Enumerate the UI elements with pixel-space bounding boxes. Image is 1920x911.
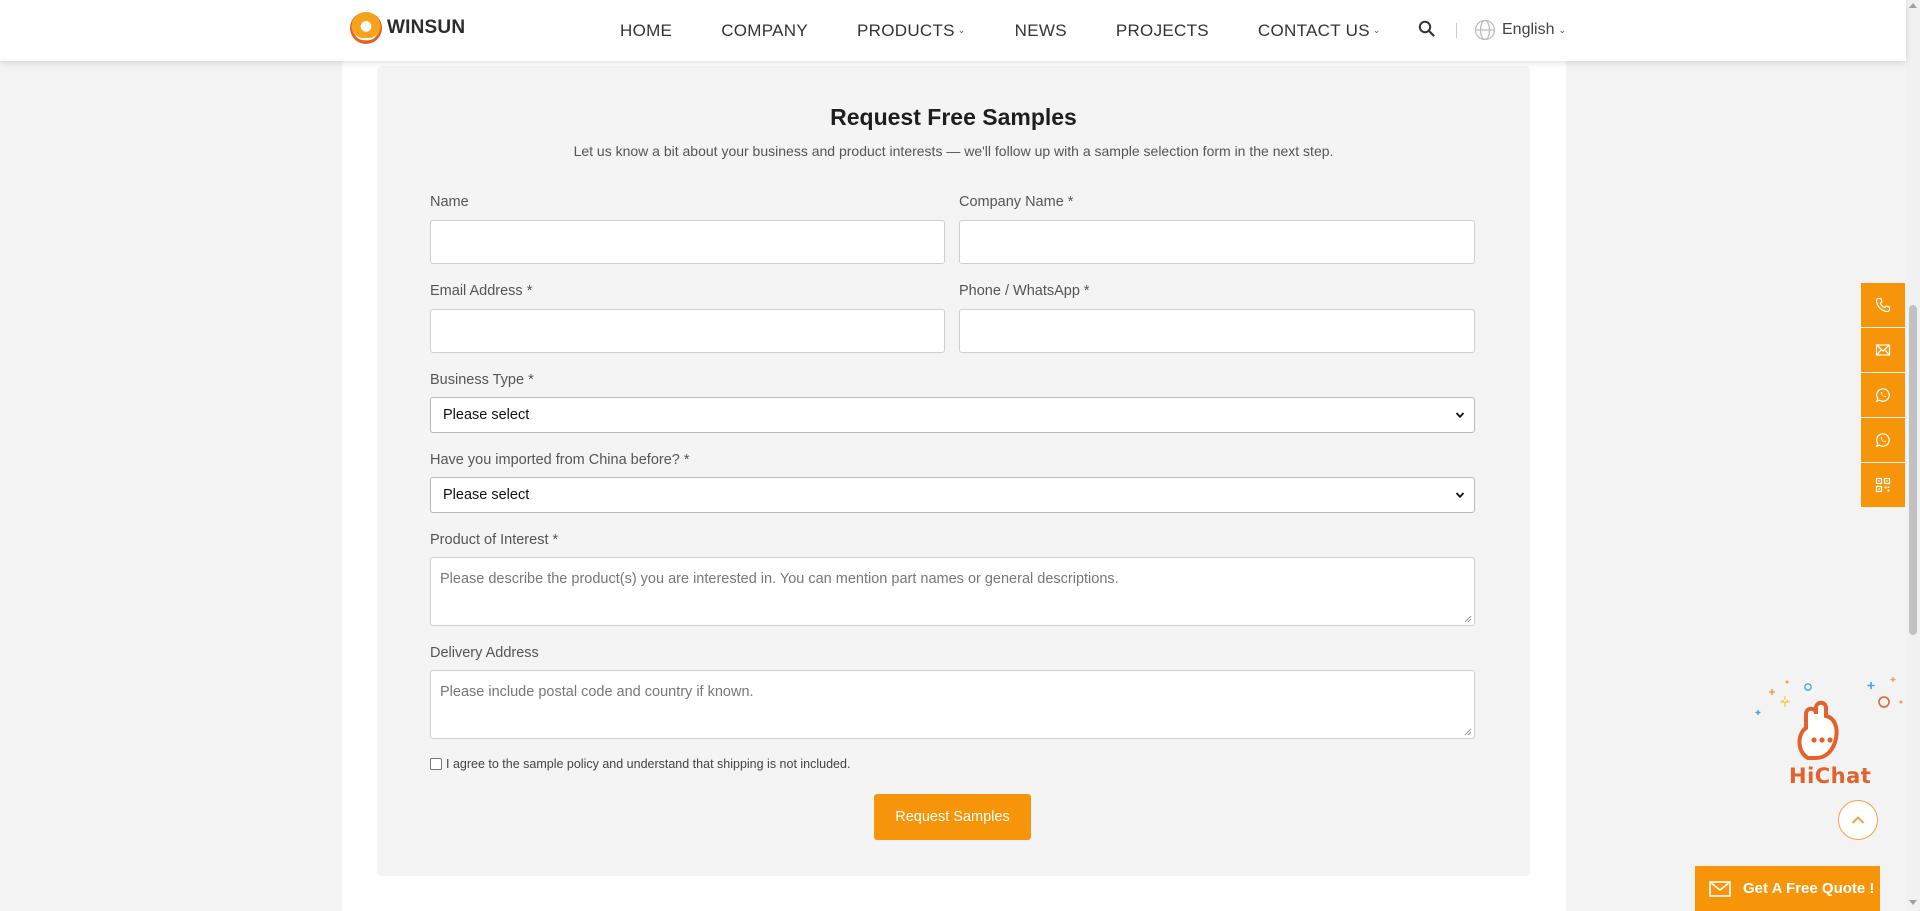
contact-rail xyxy=(1861,283,1905,508)
scrollbar-thumb[interactable] xyxy=(1909,305,1917,635)
nav-company[interactable]: COMPANY xyxy=(721,21,808,41)
sample-request-form xyxy=(377,66,1530,876)
chevron-down-icon: ⌄ xyxy=(1558,24,1567,35)
nav-news[interactable]: NEWS xyxy=(1015,21,1067,41)
brand-name: WINSUN xyxy=(387,17,466,38)
sample-policy-consent: I agree to the sample policy and underst… xyxy=(430,757,850,771)
phone-icon xyxy=(1875,297,1891,313)
business-type-select[interactable]: Please select xyxy=(430,397,1475,433)
nav-projects-label: PROJECTS xyxy=(1115,20,1209,40)
nav-home-label: HOME xyxy=(620,20,673,40)
company-name-input[interactable] xyxy=(959,220,1475,264)
name-label: Name xyxy=(430,194,469,210)
business-type-value: Please select xyxy=(443,407,530,423)
search-icon[interactable] xyxy=(1418,20,1435,37)
consent-checkbox[interactable] xyxy=(430,758,442,770)
nav-products[interactable]: PRODUCTS ⌄ xyxy=(857,21,966,41)
qr-code-icon xyxy=(1875,477,1891,493)
back-to-top-button[interactable] xyxy=(1838,800,1878,840)
nav-home[interactable]: HOME xyxy=(620,21,672,41)
rail-phone-button[interactable] xyxy=(1861,283,1905,327)
email-label: Email Address * xyxy=(430,283,533,299)
rail-whatsapp-button-2[interactable] xyxy=(1861,418,1905,462)
header-divider xyxy=(1456,23,1457,38)
rail-qr-button[interactable] xyxy=(1861,463,1905,507)
get-free-quote-label: Get A Free Quote ! xyxy=(1743,880,1875,897)
company-name-label: Company Name * xyxy=(959,194,1074,210)
page-scrollbar[interactable] xyxy=(1906,0,1920,911)
language-selector[interactable]: English ⌄ xyxy=(1474,19,1566,41)
chevron-down-icon: ⌄ xyxy=(957,25,966,35)
whatsapp-icon xyxy=(1875,388,1890,403)
imported-label: Have you imported from China before? * xyxy=(430,452,690,468)
hichat-mascot-icon xyxy=(1755,677,1903,760)
chevron-up-icon xyxy=(1851,816,1865,824)
form-title: Request Free Samples xyxy=(830,104,1077,130)
brand-logo[interactable]: WINSUN xyxy=(350,12,465,44)
imported-select[interactable]: Please select xyxy=(430,477,1475,513)
nav-contact-label: CONTACT US xyxy=(1257,20,1370,40)
nav-projects[interactable]: PROJECTS xyxy=(1116,21,1209,41)
email-icon xyxy=(1875,344,1891,356)
hichat-label: HiChat xyxy=(1789,764,1872,788)
scroll-up-arrow-icon[interactable] xyxy=(1909,3,1917,8)
email-icon xyxy=(1709,880,1731,897)
product-interest-textarea[interactable]: Please describe the product(s) you are i… xyxy=(430,557,1475,626)
scroll-down-arrow-icon[interactable] xyxy=(1909,900,1917,905)
delivery-address-textarea[interactable]: Please include postal code and country i… xyxy=(430,670,1475,739)
sun-logo-icon xyxy=(350,12,382,44)
globe-icon xyxy=(1474,19,1496,41)
consent-text: I agree to the sample policy and underst… xyxy=(446,757,851,771)
rail-email-button[interactable] xyxy=(1861,328,1905,372)
product-interest-label: Product of Interest * xyxy=(430,532,559,548)
nav-products-label: PRODUCTS xyxy=(857,20,955,40)
site-header: WINSUN HOME COMPANY PRODUCTS ⌄ NEWS PROJE… xyxy=(0,0,1906,61)
name-input[interactable] xyxy=(430,220,945,264)
whatsapp-icon xyxy=(1875,433,1890,448)
nav-news-label: NEWS xyxy=(1014,20,1067,40)
nav-company-label: COMPANY xyxy=(721,20,808,40)
resize-grip-icon[interactable] xyxy=(1463,727,1472,736)
chevron-down-icon xyxy=(1455,412,1465,419)
language-label: English xyxy=(1502,21,1555,38)
main-nav: HOME COMPANY PRODUCTS ⌄ NEWS PROJECTS CON… xyxy=(620,0,1430,61)
product-interest-placeholder: Please describe the product(s) you are i… xyxy=(440,571,1119,587)
email-input[interactable] xyxy=(430,309,945,353)
imported-value: Please select xyxy=(443,487,530,503)
delivery-address-label: Delivery Address xyxy=(430,645,539,661)
nav-contact-us[interactable]: CONTACT US ⌄ xyxy=(1258,21,1381,41)
get-free-quote-button[interactable]: Get A Free Quote ! xyxy=(1695,866,1880,911)
delivery-address-placeholder: Please include postal code and country i… xyxy=(440,684,754,700)
rail-whatsapp-button[interactable] xyxy=(1861,373,1905,417)
chevron-down-icon: ⌄ xyxy=(1372,25,1381,35)
form-subtitle: Let us know a bit about your business an… xyxy=(573,143,1334,159)
resize-grip-icon[interactable] xyxy=(1463,614,1472,623)
chevron-down-icon xyxy=(1455,492,1465,499)
request-samples-button[interactable]: Request Samples xyxy=(874,794,1031,840)
hichat-widget[interactable]: HiChat xyxy=(1750,672,1910,792)
business-type-label: Business Type * xyxy=(430,372,534,388)
phone-input[interactable] xyxy=(959,309,1475,353)
phone-label: Phone / WhatsApp * xyxy=(959,283,1090,299)
